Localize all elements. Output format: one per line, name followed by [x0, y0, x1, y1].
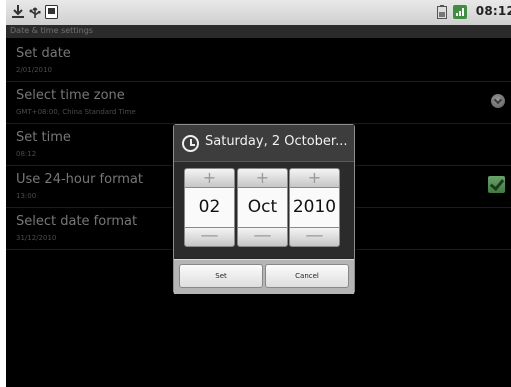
android-screen: 08:12 Date & time settings Set date 2/01…: [6, 0, 511, 387]
year-picker: + 2010 —: [289, 168, 340, 247]
month-increment-button[interactable]: +: [237, 168, 288, 188]
setting-title: Set time: [16, 130, 71, 145]
date-picker-dialog: Saturday, 2 October... + 02 — + Oct — + …: [173, 124, 355, 294]
setting-select-time-zone[interactable]: Select time zone GMT+08:00, China Standa…: [6, 82, 511, 124]
date-picker: + 02 — + Oct — + 2010 —: [174, 162, 354, 258]
month-value[interactable]: Oct: [237, 188, 288, 227]
dialog-button-bar: Set Cancel: [174, 259, 354, 294]
day-picker: + 02 —: [184, 168, 235, 247]
day-increment-button[interactable]: +: [184, 168, 235, 188]
usb-icon: [29, 7, 41, 18]
year-increment-button[interactable]: +: [289, 168, 340, 188]
cancel-button[interactable]: Cancel: [265, 264, 349, 288]
screen-title: Date & time settings: [10, 26, 93, 35]
setting-summary: 08:12: [16, 150, 37, 158]
app-notification-icon: [45, 5, 58, 19]
setting-summary: 13:00: [16, 192, 37, 200]
day-decrement-button[interactable]: —: [184, 227, 235, 247]
screen-title-bar: Date & time settings: [6, 25, 511, 38]
checkbox-checked-icon[interactable]: [488, 176, 505, 193]
setting-set-date[interactable]: Set date 2/01/2010: [6, 40, 511, 82]
setting-title: Select date format: [16, 214, 138, 229]
status-bar: 08:12: [6, 0, 511, 26]
clock-icon: [182, 135, 199, 152]
year-value[interactable]: 2010: [289, 188, 340, 227]
setting-title: Use 24-hour format: [16, 172, 143, 187]
setting-summary: 31/12/2010: [16, 234, 57, 242]
setting-title: Select time zone: [16, 88, 125, 103]
status-clock: 08:12: [475, 4, 511, 18]
chevron-down-icon[interactable]: [491, 94, 505, 108]
signal-icon: [453, 5, 467, 19]
dialog-header: Saturday, 2 October...: [174, 125, 354, 162]
setting-title: Set date: [16, 46, 71, 61]
set-button[interactable]: Set: [179, 264, 263, 288]
battery-icon: [437, 5, 447, 19]
month-decrement-button[interactable]: —: [237, 227, 288, 247]
year-decrement-button[interactable]: —: [289, 227, 340, 247]
month-picker: + Oct —: [237, 168, 288, 247]
setting-summary: GMT+08:00, China Standard Time: [16, 108, 136, 116]
download-icon: [12, 5, 24, 18]
dialog-title: Saturday, 2 October...: [205, 134, 348, 149]
day-value[interactable]: 02: [184, 188, 235, 227]
setting-summary: 2/01/2010: [16, 66, 52, 74]
